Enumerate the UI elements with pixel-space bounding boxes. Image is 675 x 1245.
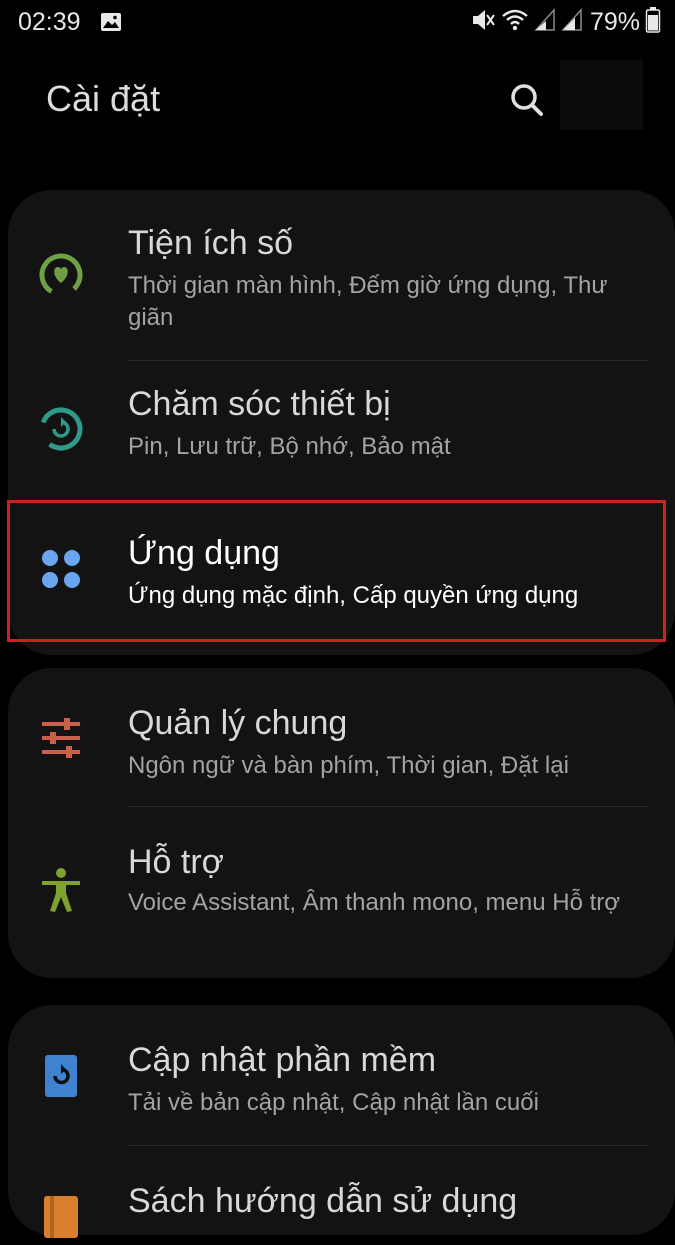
battery-icon xyxy=(645,6,661,39)
settings-item-digital-wellbeing[interactable]: Tiện ích số Thời gian màn hình, Đếm giờ … xyxy=(8,190,675,360)
signal-icon xyxy=(534,8,556,37)
mute-icon xyxy=(470,6,496,39)
battery-percent: 79% xyxy=(589,8,640,36)
item-subtitle: Ngôn ngữ và bàn phím, Thời gian, Đặt lại xyxy=(128,752,569,779)
general-management-icon xyxy=(38,715,84,761)
item-subtitle: Voice Assistant, Âm thanh mono, menu Hỗ … xyxy=(128,889,620,916)
search-button[interactable] xyxy=(505,78,549,122)
settings-group-3: Cập nhật phần mềm Tải về bản cập nhật, C… xyxy=(8,1005,675,1238)
software-update-icon xyxy=(38,1053,84,1099)
item-title: Tiện ích số xyxy=(128,224,294,262)
highlight-frame xyxy=(7,500,666,642)
search-icon xyxy=(511,84,543,116)
digital-wellbeing-icon xyxy=(38,252,84,298)
settings-item-user-manual[interactable]: Sách hướng dẫn sử dụng xyxy=(8,1146,675,1238)
item-subtitle: Pin, Lưu trữ, Bộ nhớ, Bảo mật xyxy=(128,433,451,460)
item-title: Hỗ trợ xyxy=(128,843,224,881)
item-subtitle: Thời gian màn hình, Đếm giờ ứng dụng, Th… xyxy=(128,272,608,331)
settings-item-accessibility[interactable]: Hỗ trợ Voice Assistant, Âm thanh mono, m… xyxy=(8,807,675,967)
item-subtitle: Tải về bản cập nhật, Cập nhật lần cuối xyxy=(128,1089,539,1116)
settings-group-2: Quản lý chung Ngôn ngữ và bàn phím, Thời… xyxy=(8,668,675,978)
settings-item-software-update[interactable]: Cập nhật phần mềm Tải về bản cập nhật, C… xyxy=(8,1005,675,1145)
page-title: Cài đặt xyxy=(46,78,161,119)
app-bar: Cài đặt xyxy=(0,60,675,140)
status-time: 02:39 xyxy=(18,8,81,36)
item-title: Cập nhật phần mềm xyxy=(128,1041,437,1079)
item-title: Chăm sóc thiết bị xyxy=(128,385,391,423)
gallery-icon xyxy=(100,11,122,38)
settings-item-device-care[interactable]: Chăm sóc thiết bị Pin, Lưu trữ, Bộ nhớ, … xyxy=(8,361,675,491)
item-title: Quản lý chung xyxy=(128,704,348,742)
status-bar: 02:39 79% xyxy=(0,0,675,46)
status-icons: 79% xyxy=(470,6,661,39)
more-options-button[interactable] xyxy=(560,60,643,130)
accessibility-icon xyxy=(38,867,84,913)
wifi-icon xyxy=(501,7,529,38)
settings-item-general-management[interactable]: Quản lý chung Ngôn ngữ và bàn phím, Thời… xyxy=(8,668,675,806)
device-care-icon xyxy=(38,406,84,452)
user-manual-icon xyxy=(38,1194,84,1240)
signal-icon xyxy=(561,8,583,37)
item-title: Sách hướng dẫn sử dụng xyxy=(128,1182,518,1220)
